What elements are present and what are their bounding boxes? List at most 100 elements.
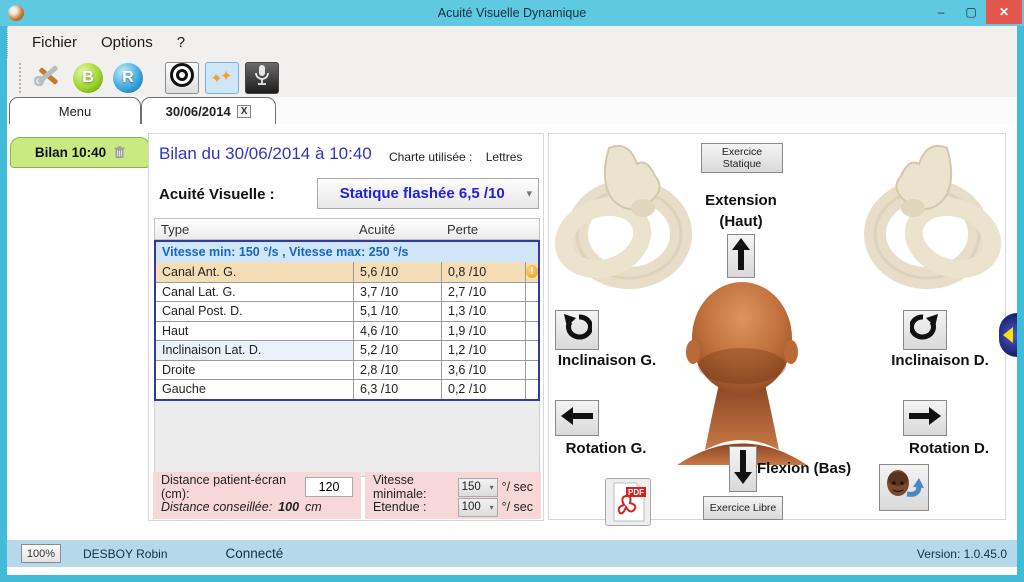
distance-panel: Distance patient-écran (cm): Distance co… — [153, 472, 361, 519]
window-border-right — [1017, 26, 1024, 575]
cell-acuite: 6,3 /10 — [354, 380, 442, 399]
acuity-label: Acuité Visuelle : — [159, 186, 275, 203]
head-image — [675, 280, 809, 470]
tab-close-icon[interactable]: X — [236, 104, 252, 118]
header-type[interactable]: Type — [155, 222, 353, 237]
pdf-export-button[interactable]: PDF — [605, 478, 651, 526]
microphone-button[interactable] — [245, 61, 279, 94]
minimize-button[interactable]: – — [926, 0, 956, 24]
table-row[interactable]: Inclinaison Lat. D. 5,2 /10 1,2 /10 — [156, 340, 538, 360]
header-perte[interactable]: Perte — [441, 222, 525, 237]
cell-perte: 0,2 /10 — [442, 380, 526, 399]
maximize-button[interactable]: ▢ — [956, 0, 986, 24]
bilan-button[interactable]: B — [71, 62, 105, 94]
distance-input[interactable] — [305, 477, 353, 497]
microphone-icon — [253, 64, 271, 91]
zoom-level-button[interactable]: 100% — [21, 544, 61, 563]
range-unit: °/ sec — [501, 500, 533, 514]
charte-value: Lettres — [485, 150, 523, 164]
settings-tools-button[interactable] — [31, 62, 65, 94]
tabbar: Menu 30/06/2014 X — [7, 97, 1017, 124]
toolbar: B R ✦✦ ✦ — [7, 58, 1017, 97]
acuity-dropdown[interactable]: Statique flashée 6,5 /10 ▾ — [317, 178, 539, 209]
min-speed-select[interactable]: 150 ▾ — [457, 477, 498, 497]
table-row[interactable]: Gauche 6,3 /10 0,2 /10 — [156, 379, 538, 399]
table-row[interactable]: Canal Post. D. 5,1 /10 1,3 /10 — [156, 301, 538, 321]
exercice-statique-button[interactable]: Exercice Statique — [701, 143, 783, 173]
labyrinth-image-left — [551, 138, 697, 303]
cell-type: Gauche — [156, 380, 354, 399]
rotation-gauche-button[interactable] — [555, 400, 599, 436]
cell-type: Canal Post. D. — [156, 302, 354, 321]
extension-label: Extension (Haut) — [685, 190, 797, 232]
trash-icon[interactable] — [114, 146, 125, 159]
tab-date-label: 30/06/2014 — [165, 103, 231, 119]
statusbar: 100% DESBOY Robin Connecté Version: 1.0.… — [7, 540, 1017, 567]
exercice-libre-button[interactable]: Exercice Libre — [703, 496, 783, 520]
table-row[interactable]: Haut 4,6 /10 1,9 /10 — [156, 320, 538, 340]
rotation-droite-button[interactable] — [903, 400, 947, 436]
menu-help[interactable]: ? — [167, 31, 195, 54]
bilan-date: 30/06/2014 — [225, 144, 311, 163]
cell-type: Inclinaison Lat. D. — [156, 341, 354, 360]
sidebar-bilan-button[interactable]: Bilan 10:40 — [10, 137, 150, 168]
version-label: Version: 1.0.45.0 — [916, 546, 1007, 561]
cell-acuite: 5,1 /10 — [354, 302, 442, 321]
app-window: Acuité Visuelle Dynamique – ▢ ✕ Fichier … — [0, 0, 1024, 582]
cell-perte: 1,3 /10 — [442, 302, 526, 321]
triangle-left-icon — [1003, 327, 1013, 343]
cell-acuite: 2,8 /10 — [354, 360, 442, 379]
pdf-icon: PDF — [606, 482, 650, 529]
table-row[interactable]: Canal Ant. G. 5,6 /10 0,8 /10 ! — [156, 262, 538, 282]
window-border-bottom — [0, 575, 1024, 582]
bilan-title: Bilan du 30/06/2014 à 10:40 — [159, 144, 372, 164]
min-speed-label: Vitesse minimale: — [373, 473, 427, 501]
table-body: Vitesse min: 150 °/s , Vitesse max: 250 … — [154, 240, 540, 401]
target-exercise-button[interactable] — [165, 61, 199, 94]
cell-type: Canal Ant. G. — [156, 262, 354, 282]
arrow-down-icon — [734, 449, 752, 489]
menu-fichier[interactable]: Fichier — [22, 31, 87, 54]
table-row[interactable]: Canal Lat. G. 3,7 /10 2,7 /10 — [156, 281, 538, 301]
acuity-dropdown-value: Statique flashée 6,5 /10 — [339, 185, 505, 202]
tab-bilan-date[interactable]: 30/06/2014 X — [141, 97, 276, 124]
speed-panel: Vitesse minimale: 150 ▾ °/ sec Etendue :… — [365, 472, 541, 519]
rotation-gauche-label: Rotation G. — [565, 440, 647, 457]
head-rotation-button[interactable] — [879, 464, 929, 511]
labyrinth-image-right — [859, 138, 1005, 303]
reeducation-sphere-icon: R — [113, 62, 143, 93]
inclinaison-droite-button[interactable] — [903, 310, 947, 350]
tab-menu[interactable]: Menu — [9, 97, 141, 124]
close-button[interactable]: ✕ — [986, 0, 1022, 24]
arrow-up-icon — [732, 237, 750, 275]
content-area: Bilan 10:40 Bilan du 30/06/2014 à 10:40 — [7, 124, 1017, 540]
range-select[interactable]: 100 ▾ — [457, 497, 498, 517]
extension-line2: (Haut) — [719, 213, 763, 230]
min-speed-value: 150 — [461, 481, 481, 493]
cell-perte: 2,7 /10 — [442, 282, 526, 301]
inclinaison-droite-label: Inclinaison D. — [891, 352, 989, 369]
connection-status: Connecté — [225, 546, 284, 561]
inclinaison-gauche-button[interactable] — [555, 310, 599, 350]
bilan-panel: Bilan du 30/06/2014 à 10:40 Charte utili… — [148, 133, 544, 521]
rotation-droite-label: Rotation D. — [909, 440, 989, 457]
cell-type: Droite — [156, 360, 354, 379]
extension-up-button[interactable] — [727, 234, 755, 278]
titlebar: Acuité Visuelle Dynamique – ▢ ✕ — [0, 0, 1024, 26]
rotate-cw-icon — [908, 313, 940, 347]
bilan-at: à — [315, 144, 325, 163]
table-empty-area — [154, 400, 540, 477]
chevron-down-icon: ▾ — [489, 502, 494, 512]
flash-exercise-button[interactable]: ✦✦ ✦ — [205, 61, 239, 94]
cell-perte: 3,6 /10 — [442, 360, 526, 379]
bilan-sphere-icon: B — [73, 62, 103, 93]
table-row[interactable]: Droite 2,8 /10 3,6 /10 — [156, 359, 538, 379]
chevron-down-icon: ▾ — [526, 188, 532, 200]
advised-distance-label: Distance conseillée: — [161, 500, 273, 514]
menubar: Fichier Options ? — [7, 26, 1017, 58]
reeducation-button[interactable]: R — [111, 62, 145, 94]
arrow-left-icon — [561, 406, 593, 430]
header-acuite[interactable]: Acuité — [353, 222, 441, 237]
menu-options[interactable]: Options — [91, 31, 163, 54]
flexion-down-button[interactable] — [729, 446, 757, 492]
